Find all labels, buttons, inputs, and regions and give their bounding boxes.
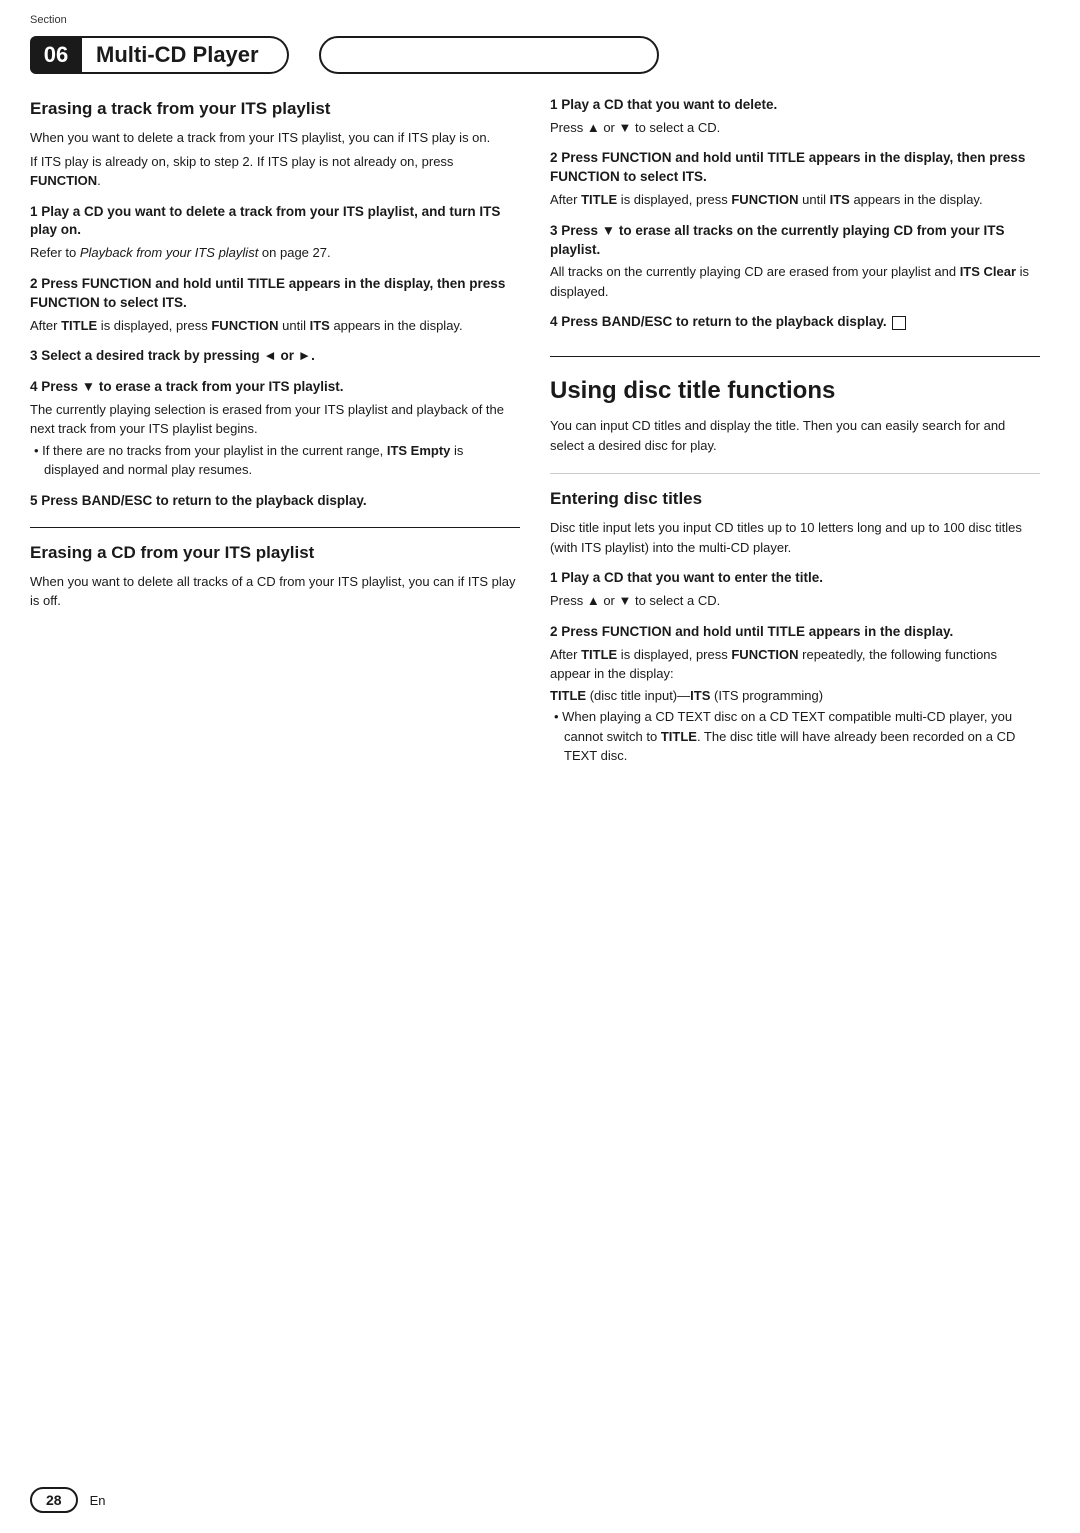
step2-body-left: After TITLE is displayed, press FUNCTION… (30, 316, 520, 336)
main-content: Erasing a track from your ITS playlist W… (0, 74, 1080, 786)
section2-heading: Erasing a CD from your ITS playlist (30, 542, 520, 564)
section-number: 06 (30, 36, 82, 74)
section1-heading: Erasing a track from your ITS playlist (30, 98, 520, 120)
step3-heading-left: 3 Select a desired track by pressing ◄ o… (30, 347, 520, 366)
step1-body-right: Press ▲ or ▼ to select a CD. (550, 118, 1040, 138)
step4-bullet-left: • If there are no tracks from your playl… (34, 441, 520, 480)
step2-heading-left: 2 Press FUNCTION and hold until TITLE ap… (30, 275, 520, 313)
step3-heading-right: 3 Press ▼ to erase all tracks on the cur… (550, 222, 1040, 260)
large-section-heading: Using disc title functions (550, 377, 1040, 406)
step3-body-right: All tracks on the currently playing CD a… (550, 262, 1040, 301)
step4-heading-right: 4 Press BAND/ESC to return to the playba… (550, 313, 1040, 332)
step1-body-left: Refer to Playback from your ITS playlist… (30, 243, 520, 263)
sub-step2-body: After TITLE is displayed, press FUNCTION… (550, 645, 1040, 684)
header-right-box (319, 36, 659, 74)
step2-heading-right: 2 Press FUNCTION and hold until TITLE ap… (550, 149, 1040, 187)
divider2 (550, 356, 1040, 357)
step1-heading-right: 1 Play a CD that you want to delete. (550, 96, 1040, 115)
footer: 28 En (0, 1487, 1080, 1513)
step1-heading-left: 1 Play a CD you want to delete a track f… (30, 203, 520, 241)
sub-step2-bullet: • When playing a CD TEXT disc on a CD TE… (554, 707, 1040, 766)
step5-heading-left: 5 Press BAND/ESC to return to the playba… (30, 492, 520, 511)
large-section-intro: You can input CD titles and display the … (550, 416, 1040, 455)
section1-intro1: When you want to delete a track from you… (30, 128, 520, 148)
step4-heading-left: 4 Press ▼ to erase a track from your ITS… (30, 378, 520, 397)
page: Section 06 Multi-CD Player Erasing a tra… (0, 0, 1080, 1533)
en-label: En (90, 1493, 106, 1508)
section-label: Section (30, 14, 67, 26)
sub-step2-heading: 2 Press FUNCTION and hold until TITLE ap… (550, 623, 1040, 642)
right-column: 1 Play a CD that you want to delete. Pre… (550, 84, 1040, 766)
subsection-heading: Entering disc titles (550, 488, 1040, 510)
divider3 (550, 473, 1040, 474)
step2-body-right: After TITLE is displayed, press FUNCTION… (550, 190, 1040, 210)
section1-intro2: If ITS play is already on, skip to step … (30, 152, 520, 191)
sub-step2-bold-line: TITLE (disc title input)—ITS (ITS progra… (550, 686, 1040, 706)
subsection-intro: Disc title input lets you input CD title… (550, 518, 1040, 557)
section-title: Multi-CD Player (82, 36, 289, 74)
divider1 (30, 527, 520, 528)
step4-body1-left: The currently playing selection is erase… (30, 400, 520, 439)
left-column: Erasing a track from your ITS playlist W… (30, 84, 520, 766)
section2-intro: When you want to delete all tracks of a … (30, 572, 520, 611)
page-number: 28 (30, 1487, 78, 1513)
sub-step1-heading: 1 Play a CD that you want to enter the t… (550, 569, 1040, 588)
stop-icon (892, 316, 906, 330)
sub-step1-body: Press ▲ or ▼ to select a CD. (550, 591, 1040, 611)
section-badge: 06 Multi-CD Player (30, 36, 1050, 74)
